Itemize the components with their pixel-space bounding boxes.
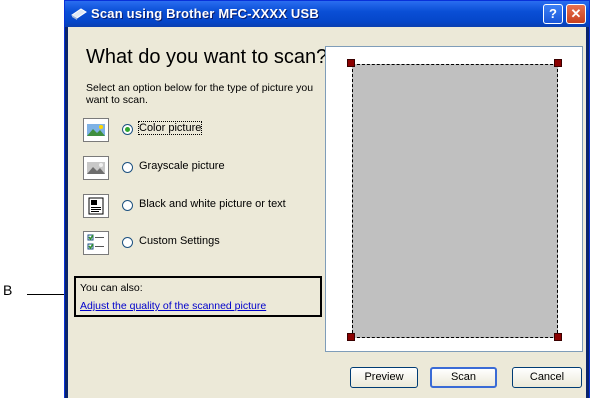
option-bw-picture-text[interactable]: Black and white picture or text bbox=[83, 194, 323, 218]
you-can-also-box: You can also: Adjust the quality of the … bbox=[74, 276, 322, 317]
window-title: Scan using Brother MFC-XXXX USB bbox=[91, 6, 319, 21]
option-custom-settings[interactable]: Custom Settings bbox=[83, 231, 283, 255]
option-grayscale-picture[interactable]: Grayscale picture bbox=[83, 156, 283, 180]
custom-settings-radio[interactable] bbox=[122, 237, 133, 248]
grayscale-picture-radio[interactable] bbox=[122, 162, 133, 173]
custom-settings-label[interactable]: Custom Settings bbox=[139, 235, 220, 247]
preview-pane[interactable] bbox=[325, 46, 583, 352]
scan-dialog: Scan using Brother MFC-XXXX USB ? ✕ What… bbox=[64, 0, 590, 398]
title-bar[interactable]: Scan using Brother MFC-XXXX USB ? ✕ bbox=[65, 1, 589, 27]
close-button[interactable]: ✕ bbox=[566, 4, 586, 24]
instructions-text: Select an option below for the type of p… bbox=[86, 82, 314, 106]
callout-label: B bbox=[3, 282, 13, 298]
dialog-body: What do you want to scan? Select an opti… bbox=[68, 27, 586, 398]
adjust-quality-link[interactable]: Adjust the quality of the scanned pictur… bbox=[80, 300, 266, 312]
bw-picture-text-radio[interactable] bbox=[122, 200, 133, 211]
cancel-button[interactable]: Cancel bbox=[512, 367, 582, 388]
help-button[interactable]: ? bbox=[543, 4, 563, 24]
scan-area-handle-bottom-right[interactable] bbox=[554, 333, 562, 341]
bw-picture-text-label[interactable]: Black and white picture or text bbox=[139, 198, 286, 210]
scanner-icon bbox=[71, 8, 87, 20]
page-title: What do you want to scan? bbox=[86, 46, 328, 68]
custom-settings-icon bbox=[83, 231, 109, 255]
color-picture-label[interactable]: Color picture bbox=[137, 121, 203, 135]
preview-button[interactable]: Preview bbox=[350, 367, 418, 388]
bw-text-icon bbox=[83, 194, 109, 218]
color-picture-icon bbox=[83, 118, 109, 142]
scan-area-handle-bottom-left[interactable] bbox=[347, 333, 355, 341]
scan-area-handle-top-left[interactable] bbox=[347, 59, 355, 67]
scan-area[interactable] bbox=[352, 64, 558, 338]
scan-area-handle-top-right[interactable] bbox=[554, 59, 562, 67]
color-picture-radio[interactable] bbox=[122, 124, 133, 135]
you-can-also-label: You can also: bbox=[80, 282, 143, 294]
grayscale-picture-icon bbox=[83, 156, 109, 180]
grayscale-picture-label[interactable]: Grayscale picture bbox=[139, 160, 225, 172]
scan-button[interactable]: Scan bbox=[430, 367, 497, 388]
option-color-picture[interactable]: Color picture bbox=[83, 118, 283, 142]
